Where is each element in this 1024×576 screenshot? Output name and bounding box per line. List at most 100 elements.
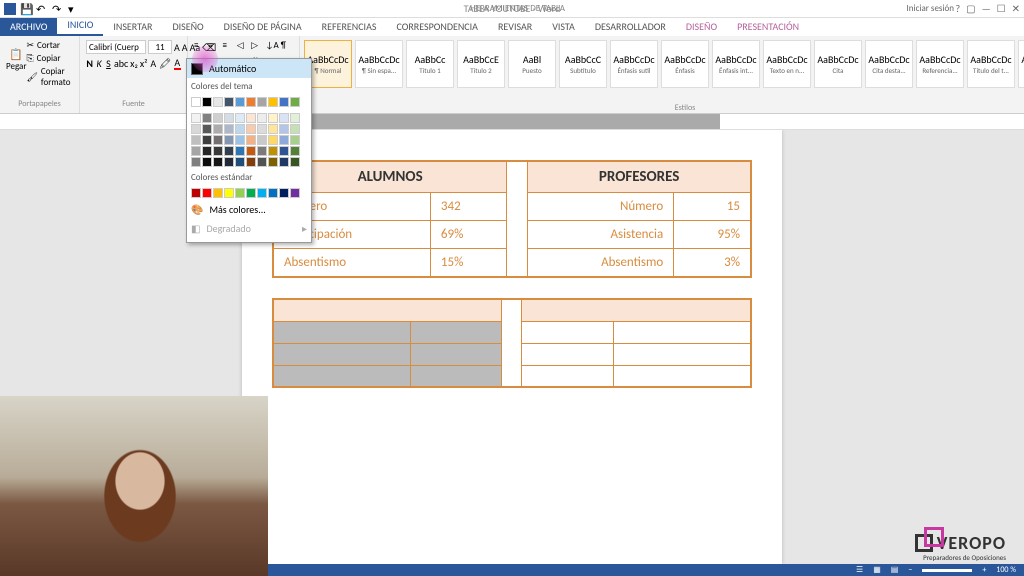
show-marks-button[interactable]: ¶ [281, 40, 293, 54]
sign-in-link[interactable]: Iniciar sesión [907, 3, 954, 14]
color-swatch[interactable] [213, 124, 223, 134]
color-swatch[interactable] [213, 97, 223, 107]
color-swatch[interactable] [213, 135, 223, 145]
color-swatch[interactable] [268, 135, 278, 145]
decrease-indent-button[interactable]: ◁ [237, 40, 249, 54]
color-swatch[interactable] [279, 135, 289, 145]
cell[interactable]: 342 [430, 193, 506, 221]
paste-button[interactable]: 📋 Pegar [6, 40, 26, 80]
color-swatch[interactable] [235, 113, 245, 123]
cell[interactable]: Número [528, 193, 674, 221]
tab-vista[interactable]: VISTA [542, 17, 585, 36]
color-swatch[interactable] [246, 124, 256, 134]
style-subt-tulo[interactable]: AaBbCcCSubtítulo [559, 40, 607, 88]
color-swatch[interactable] [235, 146, 245, 156]
cell-selected[interactable] [410, 321, 502, 343]
multilevel-button[interactable]: ≡ [223, 40, 235, 54]
zoom-out-button[interactable]: − [908, 565, 912, 575]
tab-referencias[interactable]: REFERENCIAS [312, 17, 387, 36]
color-swatch[interactable] [257, 188, 267, 198]
color-swatch[interactable] [257, 157, 267, 167]
color-swatch[interactable] [268, 157, 278, 167]
color-swatch[interactable] [290, 157, 300, 167]
cell[interactable] [522, 321, 614, 343]
color-swatch[interactable] [224, 113, 234, 123]
color-swatch[interactable] [224, 188, 234, 198]
zoom-in-button[interactable]: + [982, 565, 986, 575]
color-swatch[interactable] [279, 188, 289, 198]
style-referencia-[interactable]: AaBbCcDcReferencia... [916, 40, 964, 88]
tab-insertar[interactable]: INSERTAR [103, 17, 162, 36]
table-2[interactable] [272, 298, 752, 388]
more-colors[interactable]: 🎨Más colores... [187, 200, 311, 219]
tab-table-diseno[interactable]: DISEÑO [676, 17, 727, 36]
color-swatch[interactable] [235, 124, 245, 134]
style-t-tulo-1[interactable]: AaBbCcTítulo 1 [406, 40, 454, 88]
tab-diseno[interactable]: DISEÑO [162, 17, 213, 36]
color-swatch[interactable] [224, 124, 234, 134]
cell-selected[interactable] [273, 343, 410, 365]
color-swatch[interactable] [246, 188, 256, 198]
color-swatch[interactable] [257, 97, 267, 107]
style--p-rrafo-[interactable]: AaBbCcDc¶ Párrafo... [1018, 40, 1024, 88]
cell-selected[interactable] [273, 321, 410, 343]
color-swatch[interactable] [279, 157, 289, 167]
color-swatch[interactable] [191, 188, 201, 198]
cell[interactable]: 15 [674, 193, 751, 221]
color-swatch[interactable] [202, 124, 212, 134]
color-swatch[interactable] [224, 157, 234, 167]
color-swatch[interactable] [246, 97, 256, 107]
style-t-tulo-2[interactable]: AaBbCcETítulo 2 [457, 40, 505, 88]
gradient-menu[interactable]: ◧Degradado▸ [187, 219, 311, 238]
color-swatch[interactable] [224, 146, 234, 156]
color-swatch[interactable] [191, 146, 201, 156]
color-swatch[interactable] [279, 146, 289, 156]
color-swatch[interactable] [235, 97, 245, 107]
ribbon-collapse-icon[interactable]: ▢ [966, 2, 975, 15]
cell[interactable]: 15% [430, 249, 506, 278]
color-swatch[interactable] [191, 157, 201, 167]
color-swatch[interactable] [246, 157, 256, 167]
strike-button[interactable]: abc [114, 56, 128, 70]
copy-button[interactable]: ⎘Copiar [26, 53, 73, 64]
italic-button[interactable]: K [95, 56, 102, 70]
color-swatch[interactable] [202, 97, 212, 107]
color-swatch[interactable] [246, 146, 256, 156]
color-swatch[interactable] [246, 113, 256, 123]
color-swatch[interactable] [257, 124, 267, 134]
style--nfasis[interactable]: AaBbCcDcÉnfasis [661, 40, 709, 88]
help-icon[interactable]: ? [955, 2, 960, 15]
text-effects-button[interactable]: A [150, 56, 157, 70]
color-swatch[interactable] [279, 97, 289, 107]
tab-file[interactable]: ARCHIVO [0, 17, 57, 36]
color-swatch[interactable] [257, 135, 267, 145]
horizontal-ruler[interactable] [0, 114, 1024, 130]
font-color-button[interactable]: A [174, 56, 181, 70]
grow-font-icon[interactable]: A [174, 40, 180, 54]
color-swatch[interactable] [279, 113, 289, 123]
tab-revisar[interactable]: REVISAR [488, 17, 542, 36]
bold-button[interactable]: N [86, 56, 93, 70]
color-swatch[interactable] [279, 124, 289, 134]
color-swatch[interactable] [257, 113, 267, 123]
save-icon[interactable]: 💾 [20, 3, 32, 15]
color-swatch[interactable] [213, 188, 223, 198]
format-painter-button[interactable]: 🖌Copiar formato [26, 66, 73, 88]
color-swatch[interactable] [235, 157, 245, 167]
color-swatch[interactable] [290, 113, 300, 123]
increase-indent-button[interactable]: ▷ [251, 40, 263, 54]
shrink-font-icon[interactable]: A [182, 40, 188, 54]
color-swatch[interactable] [268, 113, 278, 123]
style--nfasis-int-[interactable]: AaBbCcDcÉnfasis int... [712, 40, 760, 88]
page[interactable]: ALUMNOS PROFESORES Número 342 Número 15 … [242, 130, 782, 564]
style-t-tulo-del-t-[interactable]: AaBbCcDcTítulo del t... [967, 40, 1015, 88]
view-print-icon[interactable]: ▦ [873, 565, 881, 575]
style-cita-desta-[interactable]: AaBbCcDcCita desta... [865, 40, 913, 88]
tab-inicio[interactable]: INICIO [57, 15, 103, 36]
underline-button[interactable]: S [105, 56, 112, 70]
color-swatch[interactable] [202, 135, 212, 145]
color-swatch[interactable] [224, 135, 234, 145]
color-swatch[interactable] [235, 188, 245, 198]
color-swatch[interactable] [191, 97, 201, 107]
cell[interactable] [614, 365, 751, 387]
